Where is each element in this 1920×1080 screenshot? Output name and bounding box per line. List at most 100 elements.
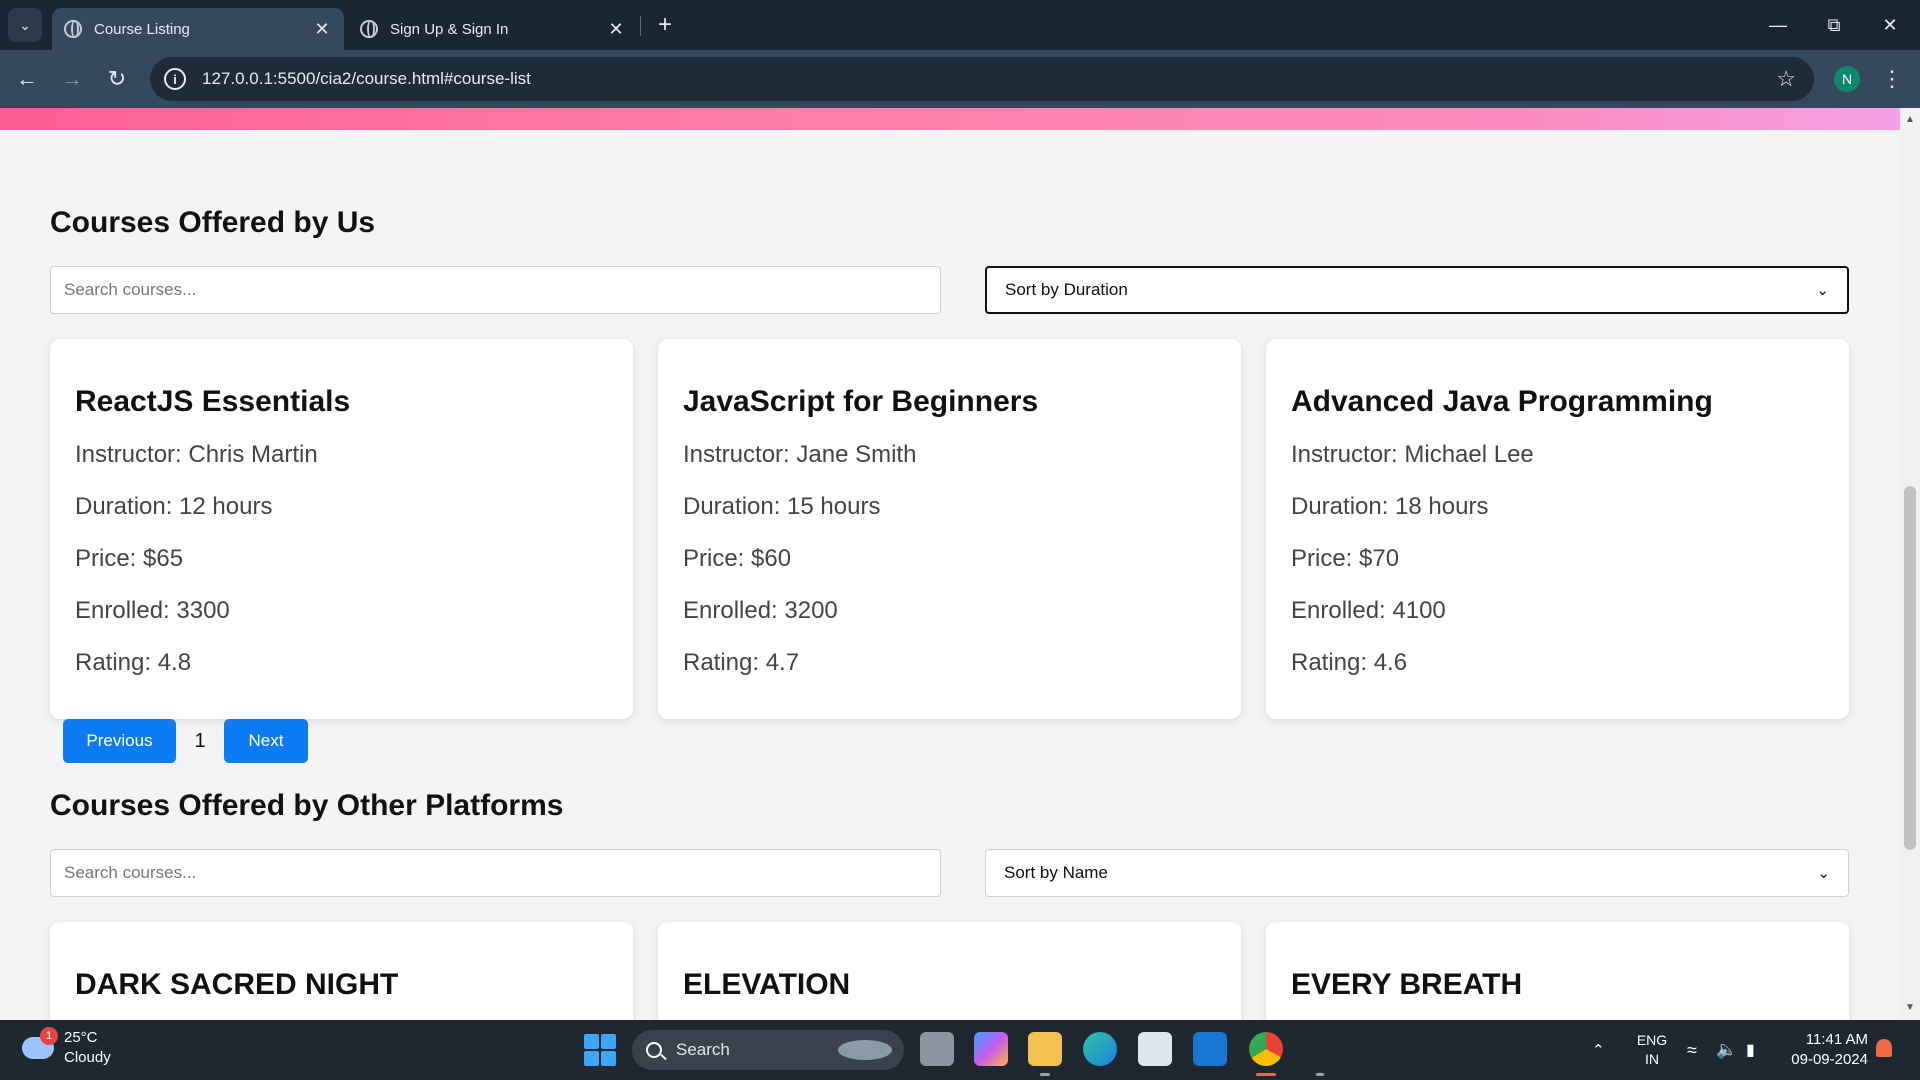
taskbar: 1 25°C Cloudy Search ⌃ ENG IN ≈ 🔈 ▮ 11:4… <box>0 1020 1920 1080</box>
course-instructor: Instructor: Chris Martin <box>75 441 318 468</box>
course-enrolled: Enrolled: 3200 <box>683 597 838 624</box>
address-bar[interactable]: i 127.0.0.1:5500/cia2/course.html#course… <box>150 57 1814 101</box>
search-icon <box>646 1042 662 1058</box>
forward-button[interactable]: → <box>55 62 89 96</box>
course-price: Price: $60 <box>683 545 792 572</box>
chevron-down-icon: ⌄ <box>1816 282 1829 299</box>
course-card: Advanced Java Programming Instructor: Mi… <box>1266 339 1849 719</box>
microsoft-store-icon[interactable] <box>1138 1032 1172 1066</box>
close-icon[interactable]: ✕ <box>312 19 332 40</box>
course-duration: Duration: 18 hours <box>1291 493 1489 520</box>
task-view-icon[interactable] <box>920 1032 954 1066</box>
course-name: DARK SACRED NIGHT <box>75 968 399 1001</box>
course-card: EVERY BREATH <box>1266 922 1849 1020</box>
course-enrolled: Enrolled: 4100 <box>1291 597 1446 624</box>
more-menu-icon[interactable]: ⋮ <box>1880 62 1904 96</box>
sort-select-value: Sort by Name <box>1004 863 1108 882</box>
url-text[interactable]: 127.0.0.1:5500/cia2/course.html#course-l… <box>202 69 1776 89</box>
tab-title: Sign Up & Sign In <box>390 20 509 38</box>
course-price: Price: $65 <box>75 545 184 572</box>
weather-description: Cloudy <box>64 1049 111 1066</box>
notification-badge: 1 <box>40 1027 58 1045</box>
copilot-icon[interactable] <box>974 1032 1008 1066</box>
close-window-button[interactable]: ✕ <box>1862 0 1918 50</box>
section-title-our-courses: Courses Offered by Us <box>50 206 376 239</box>
language-region: IN <box>1645 1051 1659 1067</box>
scroll-up-arrow-icon[interactable]: ▲ <box>1905 114 1915 125</box>
battery-icon[interactable]: ▮ <box>1746 1020 1755 1080</box>
browser-tab-bar: ⌄ Course Listing ✕ Sign Up & Sign In ✕ +… <box>0 0 1920 50</box>
search-highlight-icon <box>838 1040 892 1060</box>
language-code: ENG <box>1636 1032 1668 1048</box>
chevron-down-icon: ⌄ <box>19 16 31 33</box>
course-name: ELEVATION <box>683 968 851 1001</box>
course-name: Advanced Java Programming <box>1291 385 1713 418</box>
file-explorer-icon[interactable] <box>1028 1032 1062 1066</box>
weather-widget[interactable]: 1 25°C Cloudy <box>22 1027 111 1068</box>
reload-button[interactable]: ↻ <box>100 62 134 96</box>
weather-temperature: 25°C <box>64 1029 98 1046</box>
cloud-icon: 1 <box>22 1027 58 1059</box>
tray-overflow-icon[interactable]: ⌃ <box>1592 1020 1605 1080</box>
active-app-indicator <box>1256 1073 1276 1076</box>
wifi-icon[interactable]: ≈ <box>1687 1020 1697 1080</box>
sort-select-other-platforms[interactable]: Sort by Name ⌄ <box>985 849 1849 897</box>
new-tab-button[interactable]: + <box>650 10 680 40</box>
outlook-icon[interactable] <box>1193 1032 1227 1066</box>
running-indicator <box>1040 1073 1050 1076</box>
course-instructor: Instructor: Michael Lee <box>1291 441 1534 468</box>
page-viewport: Courses Offered by Us Sort by Duration ⌄… <box>0 108 1920 1020</box>
course-duration: Duration: 12 hours <box>75 493 273 520</box>
page-number: 1 <box>194 729 206 752</box>
info-icon[interactable]: i <box>164 68 186 90</box>
course-rating: Rating: 4.8 <box>75 649 192 676</box>
course-name: ReactJS Essentials <box>75 385 351 418</box>
next-button[interactable]: Next <box>224 719 308 763</box>
chrome-icon[interactable] <box>1249 1032 1283 1066</box>
tab-separator <box>640 16 641 36</box>
edge-icon[interactable] <box>1083 1032 1117 1066</box>
course-enrolled: Enrolled: 3300 <box>75 597 230 624</box>
course-price: Price: $70 <box>1291 545 1400 572</box>
browser-toolbar: ← → ↻ i 127.0.0.1:5500/cia2/course.html#… <box>0 50 1920 108</box>
taskbar-search[interactable]: Search <box>632 1030 904 1070</box>
scroll-down-arrow-icon[interactable]: ▼ <box>1905 1002 1915 1013</box>
language-indicator[interactable]: ENG IN <box>1636 1020 1668 1080</box>
search-input-other-platforms[interactable] <box>50 849 941 897</box>
clock-date: 09-09-2024 <box>1791 1051 1868 1068</box>
back-button[interactable]: ← <box>10 62 44 96</box>
running-indicator <box>1316 1073 1324 1076</box>
star-icon[interactable]: ☆ <box>1776 66 1796 92</box>
course-duration: Duration: 15 hours <box>683 493 881 520</box>
scrollbar-thumb[interactable] <box>1904 486 1916 850</box>
sort-select-our-courses[interactable]: Sort by Duration ⌄ <box>985 266 1849 314</box>
minimize-button[interactable]: — <box>1750 0 1806 50</box>
globe-icon <box>360 20 378 38</box>
tab-sign-up[interactable]: Sign Up & Sign In ✕ <box>348 8 638 50</box>
clock-time: 11:41 AM <box>1805 1031 1868 1048</box>
course-card: JavaScript for Beginners Instructor: Jan… <box>658 339 1241 719</box>
search-input-our-courses[interactable] <box>50 266 941 314</box>
header-gradient-bar <box>0 108 1900 130</box>
windows-start-icon[interactable] <box>584 1034 616 1066</box>
previous-button[interactable]: Previous <box>63 719 176 763</box>
profile-avatar[interactable]: N <box>1834 66 1860 92</box>
course-card: DARK SACRED NIGHT <box>50 922 633 1020</box>
tab-course-listing[interactable]: Course Listing ✕ <box>52 8 344 50</box>
system-clock[interactable]: 11:41 AM 09-09-2024 <box>1780 1030 1868 1070</box>
course-name: JavaScript for Beginners <box>683 385 1039 418</box>
course-instructor: Instructor: Jane Smith <box>683 441 917 468</box>
notification-bell-icon[interactable] <box>1876 1039 1892 1057</box>
pagination: Previous 1 Next <box>63 719 308 763</box>
restore-button[interactable]: ⧉ <box>1806 0 1862 50</box>
course-rating: Rating: 4.6 <box>1291 649 1408 676</box>
volume-muted-icon[interactable]: 🔈 <box>1716 1020 1737 1080</box>
course-card: ReactJS Essentials Instructor: Chris Mar… <box>50 339 633 719</box>
course-rating: Rating: 4.7 <box>683 649 800 676</box>
tab-title: Course Listing <box>94 20 190 38</box>
tab-search-button[interactable]: ⌄ <box>8 8 42 42</box>
course-card: ELEVATION <box>658 922 1241 1020</box>
course-name: EVERY BREATH <box>1291 968 1523 1001</box>
close-icon[interactable]: ✕ <box>606 19 626 40</box>
globe-icon <box>64 20 82 38</box>
